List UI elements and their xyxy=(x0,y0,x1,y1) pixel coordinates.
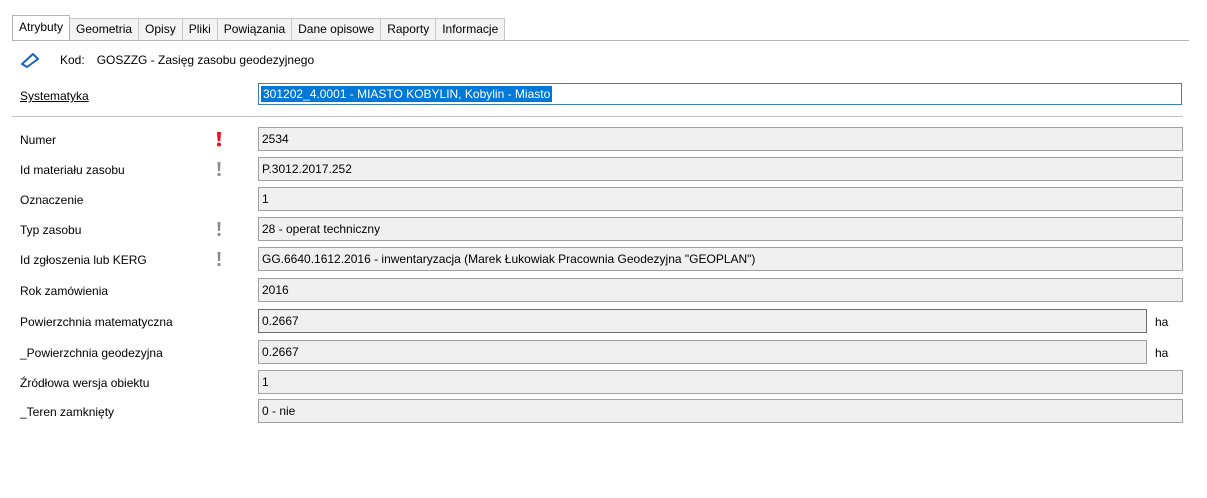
required-red-icon xyxy=(216,131,222,147)
attribute-value-field[interactable]: 28 - operat techniczny xyxy=(258,217,1183,241)
tab-opisy[interactable]: Opisy xyxy=(138,18,183,40)
required-grey-icon xyxy=(216,221,222,237)
attribute-row: Id materiału zasobu P.3012.2017.252 xyxy=(0,157,1207,181)
attribute-value-field[interactable]: 0 - nie xyxy=(258,399,1183,423)
attribute-value-field[interactable]: P.3012.2017.252 xyxy=(258,157,1183,181)
tab-powiazania[interactable]: Powiązania xyxy=(216,18,293,40)
attribute-label: Powierzchnia matematyczna xyxy=(20,315,173,329)
attribute-label: Id materiału zasobu xyxy=(20,163,125,177)
required-grey-icon xyxy=(216,161,222,177)
attribute-label: Rok zamówienia xyxy=(20,284,109,298)
tab-raporty[interactable]: Raporty xyxy=(380,18,437,40)
tab-bar: Atrybuty Geometria Opisy Pliki Powiązani… xyxy=(12,15,506,40)
attribute-row: Typ zasobu 28 - operat techniczny xyxy=(0,217,1207,241)
attribute-value-field[interactable]: 0.2667 xyxy=(258,340,1147,364)
tab-informacje[interactable]: Informacje xyxy=(435,18,506,40)
systematyka-value: 301202_4.0001 - MIASTO KOBYLIN, Kobylin … xyxy=(261,86,553,102)
attribute-row: Źródłowa wersja obiektu 1 xyxy=(0,370,1207,394)
required-grey-icon xyxy=(216,251,222,267)
attribute-label: Typ zasobu xyxy=(20,223,82,237)
attribute-row: Powierzchnia matematyczna 0.2667 ha xyxy=(0,309,1207,333)
tab-dane-opisowe[interactable]: Dane opisowe xyxy=(291,18,382,40)
attribute-row: Oznaczenie 1 xyxy=(0,187,1207,211)
unit-label: ha xyxy=(1155,315,1169,329)
kod-label: Kod: xyxy=(60,53,85,67)
attribute-value-field[interactable]: GG.6640.1612.2016 - inwentaryzacja (Mare… xyxy=(258,247,1183,271)
attribute-row: Numer 2534 xyxy=(0,127,1207,151)
attribute-value-field[interactable]: 1 xyxy=(258,187,1183,211)
attribute-label: _Powierzchnia geodezyjna xyxy=(20,346,163,360)
attribute-row: Rok zamówienia 2016 xyxy=(0,278,1207,302)
attribute-value-field[interactable]: 2016 xyxy=(258,278,1183,302)
attribute-value-field[interactable]: 0.2667 xyxy=(258,309,1147,333)
attribute-label: _Teren zamknięty xyxy=(20,405,115,419)
attribute-label: Id zgłoszenia lub KERG xyxy=(20,253,147,267)
kod-value: GOSZZG - Zasięg zasobu geodezyjnego xyxy=(96,53,315,67)
attribute-row: _Teren zamknięty 0 - nie xyxy=(0,399,1207,423)
attribute-label: Numer xyxy=(20,133,57,147)
tab-geometria[interactable]: Geometria xyxy=(69,18,140,40)
attribute-value-field[interactable]: 1 xyxy=(258,370,1183,394)
attribute-row: Id zgłoszenia lub KERG GG.6640.1612.2016 … xyxy=(0,247,1207,271)
tab-divider xyxy=(12,40,1189,41)
systematyka-label[interactable]: Systematyka xyxy=(20,89,89,103)
tab-atrybuty[interactable]: Atrybuty xyxy=(12,15,71,40)
attribute-value-field[interactable]: 2534 xyxy=(258,127,1183,151)
attribute-label: Oznaczenie xyxy=(20,193,84,207)
polygon-outline-icon xyxy=(20,52,40,68)
separator xyxy=(12,116,1183,117)
tab-pliki[interactable]: Pliki xyxy=(181,18,218,40)
attribute-label: Źródłowa wersja obiektu xyxy=(20,376,150,390)
systematyka-field[interactable]: 301202_4.0001 - MIASTO KOBYLIN, Kobylin … xyxy=(258,83,1182,105)
attribute-row: _Powierzchnia geodezyjna 0.2667 ha xyxy=(0,340,1207,364)
object-header: Kod: GOSZZG - Zasięg zasobu geodezyjnego xyxy=(20,50,314,70)
unit-label: ha xyxy=(1155,346,1169,360)
